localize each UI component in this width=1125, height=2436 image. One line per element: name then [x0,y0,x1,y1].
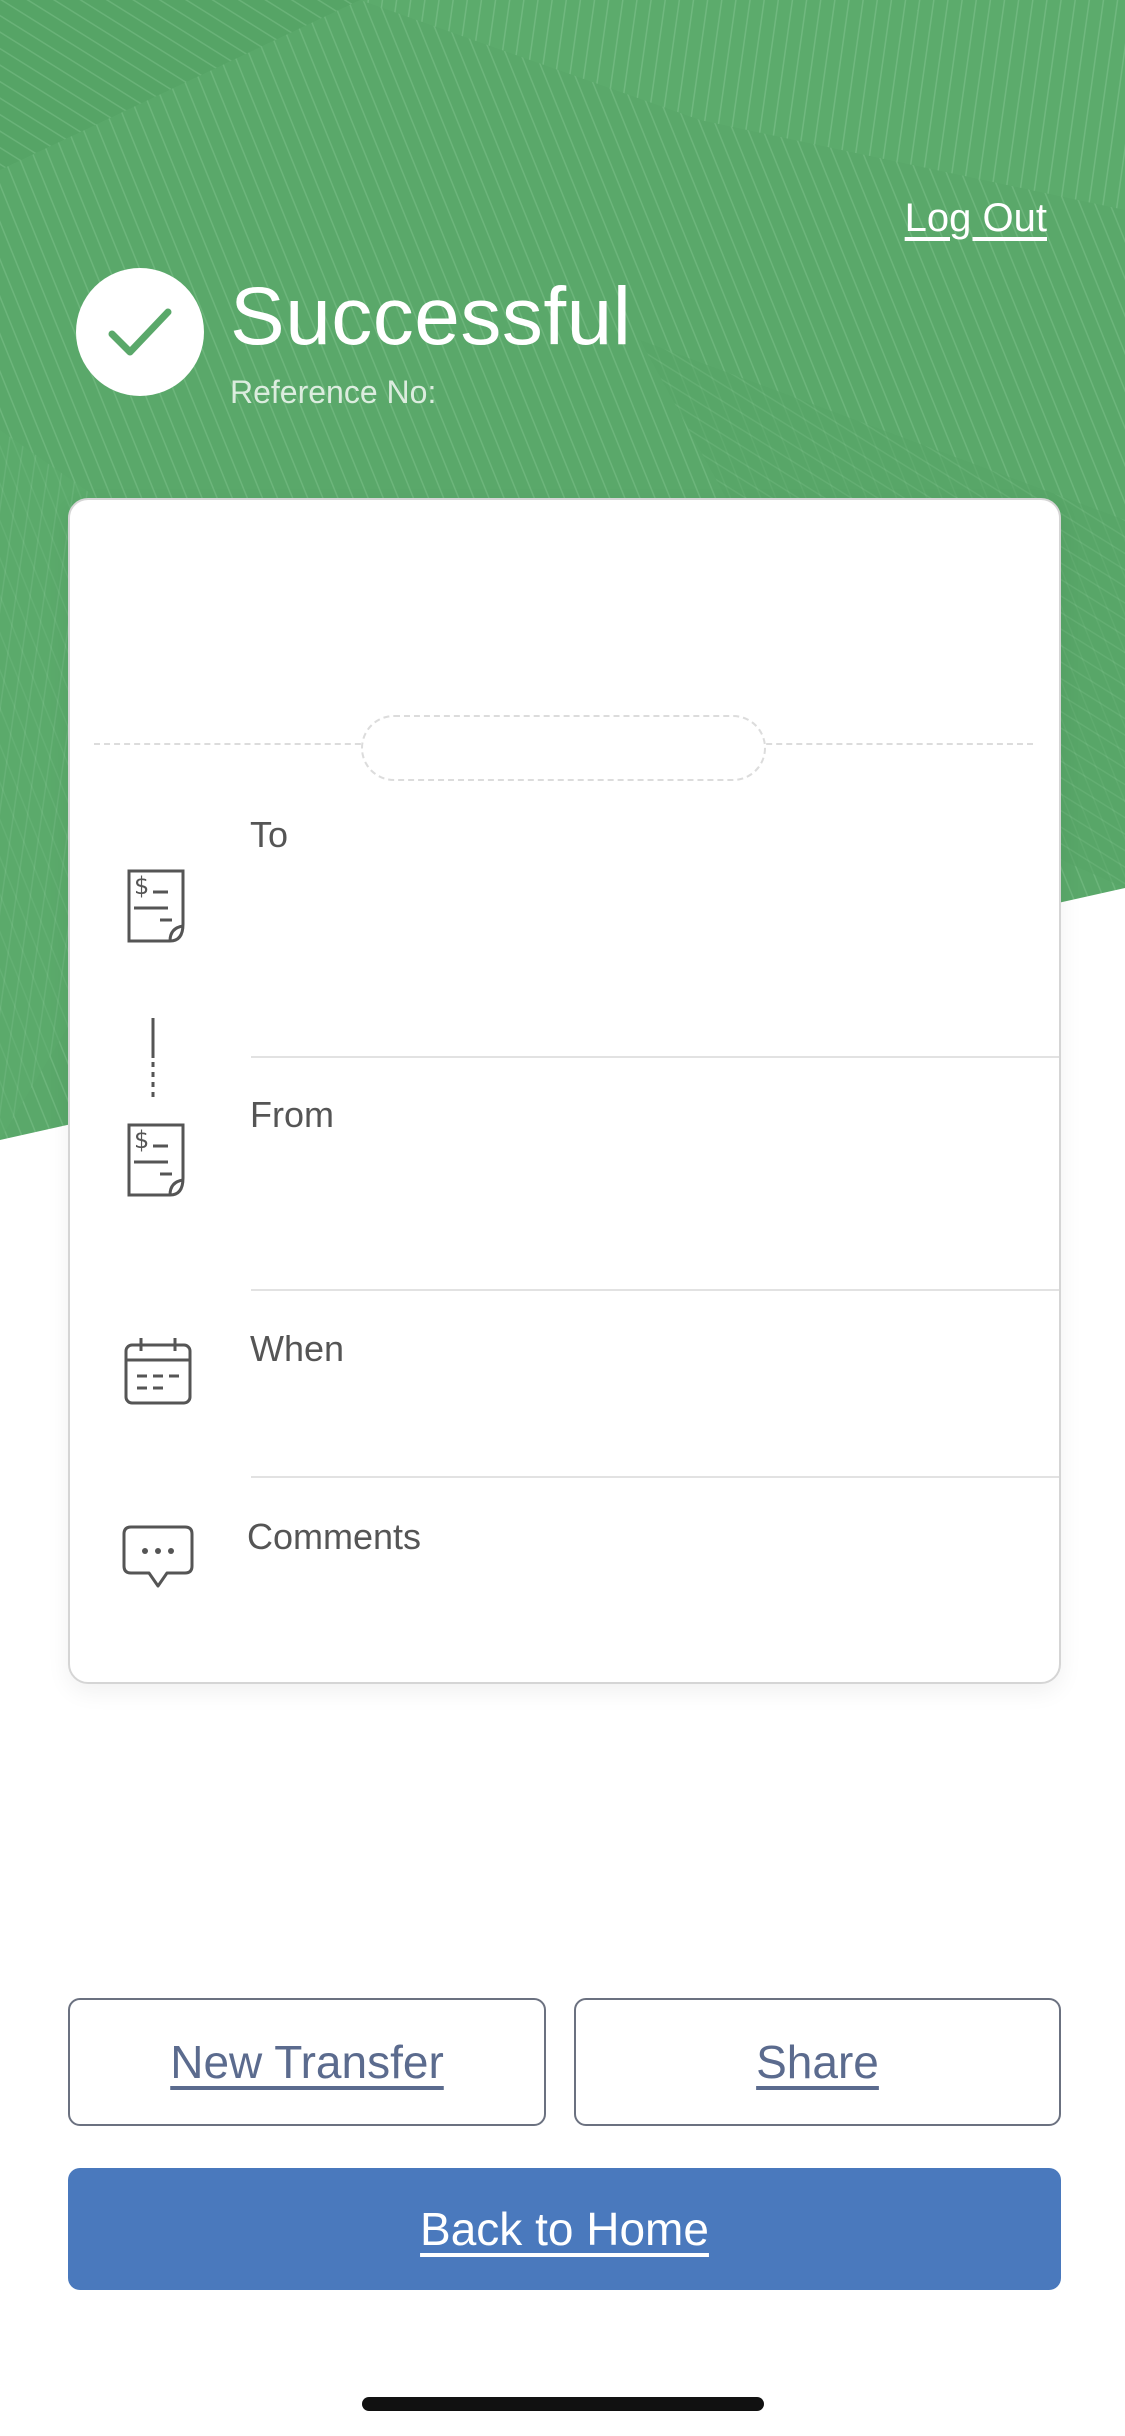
when-label: When [250,1328,345,1369]
status-header: Successful Reference No: [76,268,632,411]
chat-bubble-icon [122,1525,194,1588]
status-text-group: Successful Reference No: [230,276,632,411]
divider [251,1289,1059,1291]
logout-link[interactable]: Log Out [905,196,1047,241]
transfer-connector [151,1018,155,1100]
svg-text:$: $ [134,1126,149,1154]
to-label: To [250,814,289,855]
receipt-dollar-icon: $ [127,869,185,943]
share-button[interactable]: Share [574,1998,1061,2126]
check-icon [76,268,204,396]
divider [251,1476,1059,1478]
reference-number: Reference No: [230,374,437,410]
calendar-icon [124,1338,192,1405]
status-title: Successful [230,271,632,362]
receipt-dollar-icon: $ [127,1123,185,1197]
divider [251,1056,1059,1058]
comments-label: Comments [247,1516,422,1557]
receipt-card: $ To $ From When Comments [68,498,1061,1684]
transfer-success-screen: Log Out Successful Reference No: $ To $ … [0,0,1125,2436]
svg-text:$: $ [134,872,149,900]
amount-pill [361,715,766,781]
back-to-home-button[interactable]: Back to Home [68,2168,1061,2290]
new-transfer-button[interactable]: New Transfer [68,1998,546,2126]
home-indicator [362,2397,764,2411]
from-label: From [250,1094,334,1135]
